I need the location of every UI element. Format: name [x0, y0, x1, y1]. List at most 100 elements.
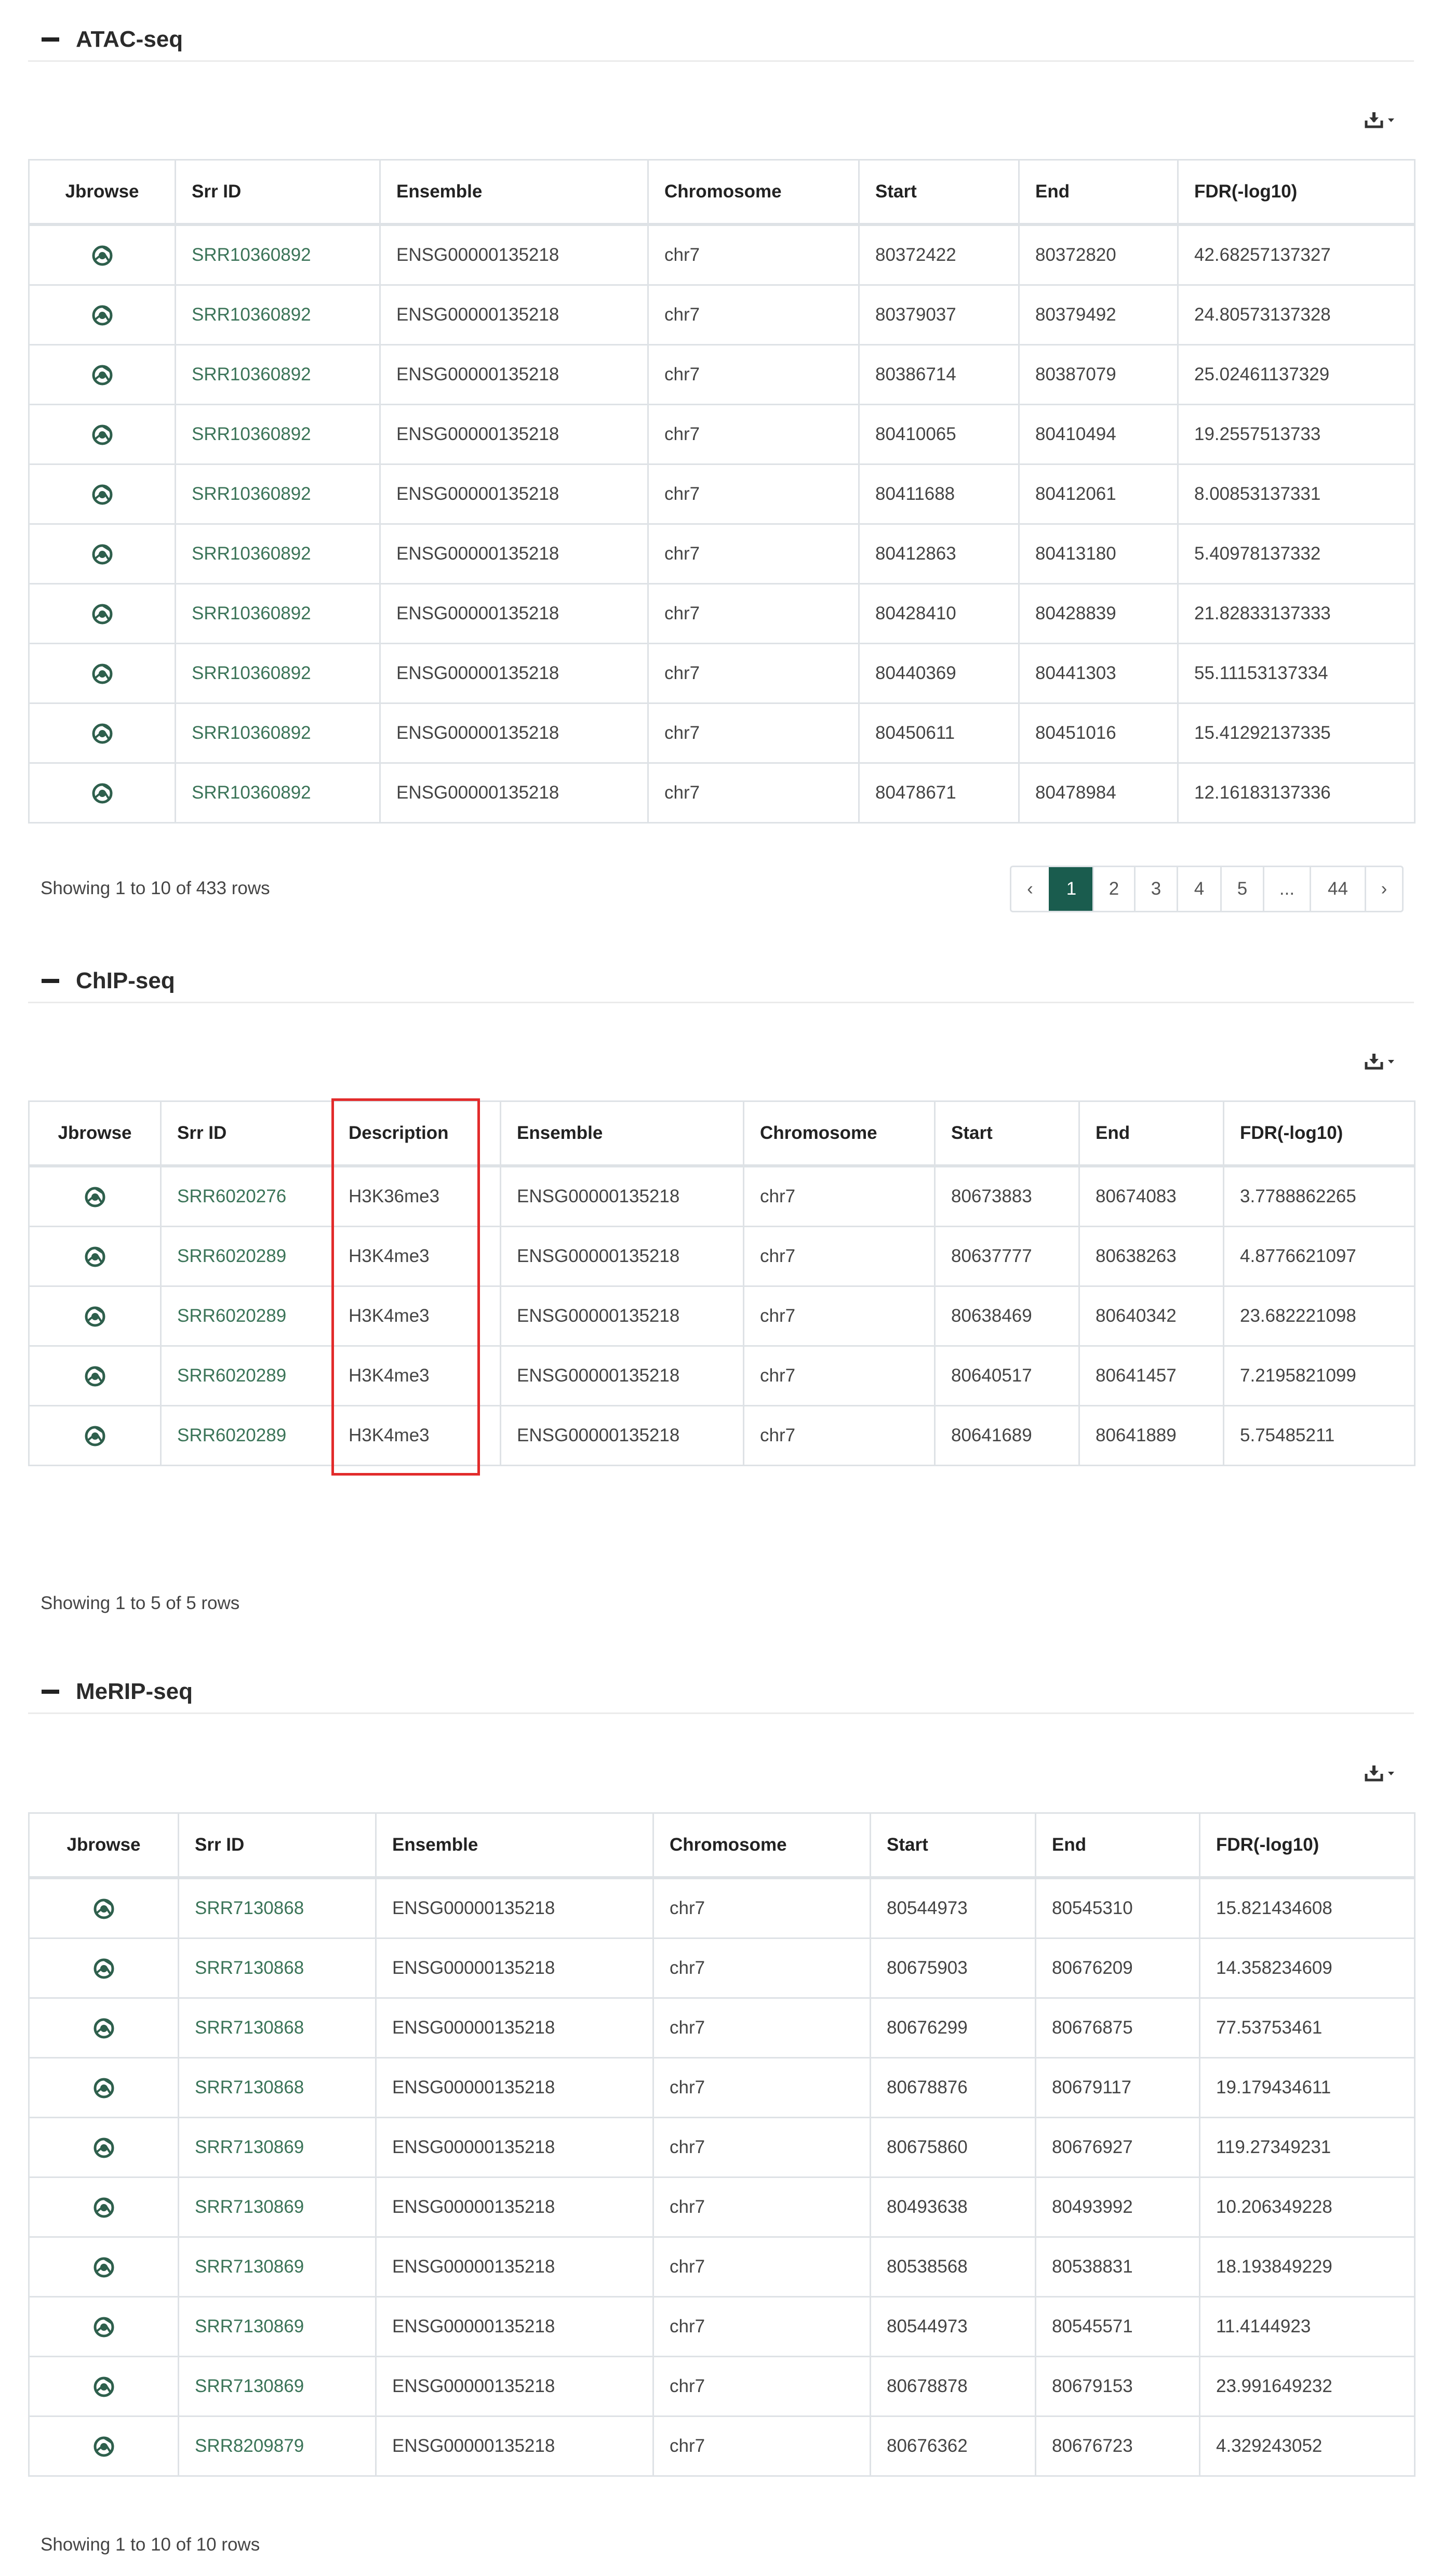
jbrowse-cell[interactable]	[28, 2415, 179, 2477]
jbrowse-cell[interactable]	[28, 2356, 179, 2417]
column-header[interactable]: Jbrowse	[28, 159, 176, 226]
srr-id-link[interactable]: SRR10360892	[175, 404, 381, 465]
srr-id-link[interactable]: SRR10360892	[175, 583, 381, 644]
jbrowse-icon[interactable]	[94, 2078, 114, 2099]
jbrowse-icon[interactable]	[92, 245, 113, 266]
jbrowse-icon[interactable]	[92, 783, 113, 804]
column-header[interactable]: Chromosome	[647, 159, 860, 226]
srr-id-link[interactable]: SRR10360892	[175, 523, 381, 585]
srr-id-link[interactable]: SRR6020276	[160, 1165, 333, 1227]
collapse-icon[interactable]	[42, 1690, 59, 1694]
jbrowse-icon[interactable]	[92, 544, 113, 565]
jbrowse-cell[interactable]	[28, 344, 176, 405]
jbrowse-icon[interactable]	[94, 2197, 114, 2218]
section-header-atac[interactable]: ATAC-seq	[28, 19, 1414, 62]
column-header[interactable]: Jbrowse	[28, 1100, 162, 1167]
jbrowse-icon[interactable]	[94, 2436, 114, 2457]
column-header[interactable]: End	[1035, 1812, 1200, 1879]
page-4-button[interactable]: 4	[1177, 867, 1220, 911]
column-header[interactable]: End	[1018, 159, 1179, 226]
jbrowse-cell[interactable]	[28, 2117, 179, 2178]
jbrowse-icon[interactable]	[92, 604, 113, 625]
jbrowse-cell[interactable]	[28, 1345, 162, 1406]
srr-id-link[interactable]: SRR7130869	[178, 2356, 377, 2417]
jbrowse-cell[interactable]	[28, 223, 176, 286]
jbrowse-icon[interactable]	[94, 2257, 114, 2278]
page-5-button[interactable]: 5	[1220, 867, 1263, 911]
jbrowse-icon[interactable]	[94, 2317, 114, 2338]
jbrowse-icon[interactable]	[92, 663, 113, 684]
column-header[interactable]: End	[1078, 1100, 1224, 1167]
srr-id-link[interactable]: SRR10360892	[175, 463, 381, 525]
srr-id-link[interactable]: SRR10360892	[175, 344, 381, 405]
jbrowse-cell[interactable]	[28, 523, 176, 585]
srr-id-link[interactable]: SRR6020289	[160, 1345, 333, 1406]
column-header[interactable]: Srr ID	[160, 1100, 333, 1167]
jbrowse-icon[interactable]	[85, 1187, 105, 1207]
column-header[interactable]: Chromosome	[652, 1812, 871, 1879]
section-header-merip[interactable]: MeRIP-seq	[28, 1671, 1414, 1714]
srr-id-link[interactable]: SRR8209879	[178, 2415, 377, 2477]
srr-id-link[interactable]: SRR10360892	[175, 762, 381, 824]
srr-id-link[interactable]: SRR6020289	[160, 1226, 333, 1287]
jbrowse-icon[interactable]	[92, 365, 113, 386]
jbrowse-cell[interactable]	[28, 1405, 162, 1466]
jbrowse-icon[interactable]	[92, 424, 113, 445]
srr-id-link[interactable]: SRR10360892	[175, 702, 381, 764]
srr-id-link[interactable]: SRR7130868	[178, 1997, 377, 2059]
column-header[interactable]: Ensemble	[379, 159, 649, 226]
column-header[interactable]: Ensemble	[500, 1100, 744, 1167]
jbrowse-icon[interactable]	[94, 1898, 114, 1919]
jbrowse-cell[interactable]	[28, 1285, 162, 1347]
srr-id-link[interactable]: SRR10360892	[175, 284, 381, 346]
jbrowse-icon[interactable]	[94, 2376, 114, 2397]
collapse-icon[interactable]	[42, 979, 59, 983]
jbrowse-cell[interactable]	[28, 1997, 179, 2059]
jbrowse-cell[interactable]	[28, 1226, 162, 1287]
export-dropdown-button[interactable]	[1357, 1046, 1404, 1078]
column-header[interactable]: Chromosome	[743, 1100, 936, 1167]
column-header[interactable]: FDR(-log10)	[1199, 1812, 1416, 1879]
next-page-button[interactable]: ›	[1365, 867, 1402, 911]
column-header[interactable]: Srr ID	[178, 1812, 377, 1879]
srr-id-link[interactable]: SRR7130869	[178, 2176, 377, 2238]
jbrowse-cell[interactable]	[28, 2236, 179, 2298]
srr-id-link[interactable]: SRR6020289	[160, 1285, 333, 1347]
jbrowse-icon[interactable]	[85, 1426, 105, 1446]
srr-id-link[interactable]: SRR10360892	[175, 223, 381, 286]
jbrowse-cell[interactable]	[28, 583, 176, 644]
prev-page-button[interactable]: ‹	[1011, 867, 1049, 911]
column-header[interactable]: Start	[934, 1100, 1080, 1167]
jbrowse-icon[interactable]	[94, 2018, 114, 2039]
export-dropdown-button[interactable]	[1357, 1758, 1404, 1789]
srr-id-link[interactable]: SRR10360892	[175, 643, 381, 704]
srr-id-link[interactable]: SRR7130868	[178, 2057, 377, 2118]
export-dropdown-button[interactable]	[1357, 105, 1404, 136]
section-header-chip[interactable]: ChIP-seq	[28, 960, 1414, 1003]
jbrowse-icon[interactable]	[94, 2137, 114, 2158]
jbrowse-icon[interactable]	[92, 305, 113, 326]
collapse-icon[interactable]	[42, 37, 59, 42]
jbrowse-cell[interactable]	[28, 762, 176, 824]
jbrowse-cell[interactable]	[28, 1937, 179, 1999]
jbrowse-cell[interactable]	[28, 463, 176, 525]
srr-id-link[interactable]: SRR7130869	[178, 2236, 377, 2298]
page-1-button[interactable]: 1	[1049, 867, 1092, 911]
column-header[interactable]: FDR(-log10)	[1177, 159, 1416, 226]
column-header[interactable]: Description	[331, 1100, 501, 1167]
jbrowse-cell[interactable]	[28, 284, 176, 346]
column-header[interactable]: Start	[858, 159, 1020, 226]
srr-id-link[interactable]: SRR6020289	[160, 1405, 333, 1466]
column-header[interactable]: Srr ID	[175, 159, 381, 226]
srr-id-link[interactable]: SRR7130868	[178, 1937, 377, 1999]
jbrowse-icon[interactable]	[85, 1306, 105, 1327]
jbrowse-icon[interactable]	[92, 484, 113, 505]
column-header[interactable]: FDR(-log10)	[1223, 1100, 1416, 1167]
jbrowse-cell[interactable]	[28, 1877, 179, 1939]
srr-id-link[interactable]: SRR7130869	[178, 2117, 377, 2178]
jbrowse-cell[interactable]	[28, 2296, 179, 2357]
jbrowse-cell[interactable]	[28, 1165, 162, 1227]
page-44-button[interactable]: 44	[1310, 867, 1365, 911]
jbrowse-cell[interactable]	[28, 643, 176, 704]
column-header[interactable]: Start	[870, 1812, 1036, 1879]
